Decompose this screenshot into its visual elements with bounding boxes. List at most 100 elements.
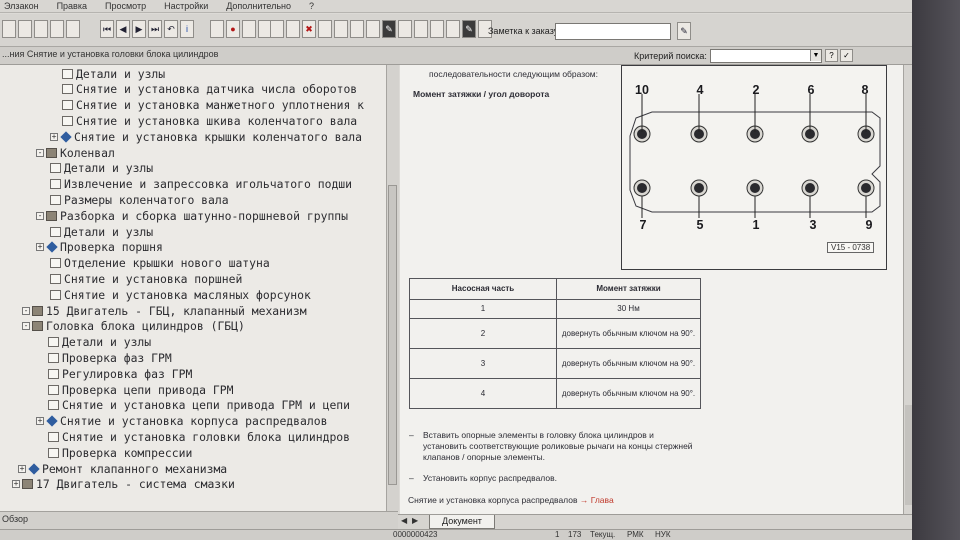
tool-button-17[interactable] <box>414 20 428 38</box>
tab-document[interactable]: Документ <box>429 515 495 529</box>
tree-item[interactable]: + Проверка поршня <box>36 240 163 255</box>
tree-item-label: Проверка цепи привода ГРМ <box>62 382 234 397</box>
tree-item[interactable]: + Снятие и установка крышки коленчатого в… <box>50 129 362 144</box>
collapse-icon[interactable]: - <box>36 148 44 157</box>
tree-item[interactable]: Детали и узлы <box>48 335 151 350</box>
table-cell: 30 Нм <box>556 299 701 319</box>
tree-item[interactable]: Снятие и установка шкива коленчатого вал… <box>62 113 357 128</box>
menu-item-view[interactable]: Просмотр <box>105 1 146 11</box>
tool-button-4[interactable] <box>50 20 64 38</box>
tree-item[interactable]: Детали и узлы <box>50 161 153 176</box>
menu-item-file[interactable]: Элзакон <box>4 1 39 11</box>
note-edit-button[interactable]: ✎ <box>677 22 691 40</box>
tree-item[interactable]: Размеры коленчатого вала <box>50 192 229 207</box>
tree-item[interactable]: - Разборка и сборка шатунно-поршневой гру… <box>36 208 348 223</box>
back-icon[interactable]: ↶ <box>164 20 178 38</box>
expand-icon[interactable]: + <box>36 417 44 426</box>
tool-button-12[interactable] <box>318 20 332 38</box>
page-icon <box>48 352 59 363</box>
bolt-number: 6 <box>807 83 815 97</box>
tree-item[interactable]: - Головка блока цилиндров (ГБЦ) <box>22 319 245 334</box>
prev-page-icon[interactable]: ◀ <box>116 20 130 38</box>
table-cell: 1 <box>409 299 557 319</box>
bolt-number: 3 <box>809 218 817 232</box>
document-scroll-thumb[interactable] <box>905 405 912 505</box>
collapse-icon[interactable]: - <box>22 322 30 331</box>
page-icon <box>62 100 73 111</box>
tree-item[interactable]: Снятие и установка датчика числа оборото… <box>62 82 357 97</box>
column-header: Момент затяжки <box>556 278 701 300</box>
tool-button-8[interactable] <box>242 20 256 38</box>
tool-button-16[interactable] <box>398 20 412 38</box>
tool-button-14[interactable] <box>350 20 364 38</box>
search-criteria-input[interactable] <box>710 49 822 63</box>
expand-icon[interactable]: + <box>18 464 26 473</box>
tree-item[interactable]: Извлечение и запрессовка игольчатого под… <box>50 177 352 192</box>
tree-item[interactable]: Снятие и установка цепи привода ГРМ и це… <box>48 398 350 413</box>
tree-item[interactable]: Детали и узлы <box>50 224 153 239</box>
tree-item[interactable]: - Коленвал <box>36 145 115 160</box>
tool-button-11[interactable] <box>286 20 300 38</box>
tool-button-1[interactable] <box>2 20 16 38</box>
tool-button-15[interactable] <box>366 20 380 38</box>
tree-item[interactable]: Снятие и установка масляных форсунок <box>50 287 311 302</box>
tool-button-6[interactable] <box>210 20 224 38</box>
menu-item-extra[interactable]: Дополнительно <box>226 1 291 11</box>
tool-button-7[interactable]: ● <box>226 20 240 38</box>
tool-button-13[interactable] <box>334 20 348 38</box>
edit-icon[interactable]: ✎ <box>462 20 476 38</box>
tree-item[interactable]: Регулировка фаз ГРМ <box>48 366 192 381</box>
menu-item-edit[interactable]: Правка <box>57 1 87 11</box>
tool-button-2[interactable] <box>18 20 32 38</box>
tree-item[interactable]: + Снятие и установка корпуса распредвалов <box>36 414 327 429</box>
tree-item-label: Проверка фаз ГРМ <box>62 350 172 365</box>
menu-item-help[interactable]: ? <box>309 1 314 11</box>
pen-icon[interactable]: ✎ <box>382 20 396 38</box>
menu-item-settings[interactable]: Настройки <box>164 1 208 11</box>
info-icon[interactable]: i <box>180 20 194 38</box>
tree-item[interactable]: + Ремонт клапанного механизма <box>18 461 227 476</box>
book-icon <box>46 210 57 221</box>
tree-item[interactable]: Снятие и установка головки блока цилиндр… <box>48 429 350 444</box>
tree-item[interactable]: +17 Двигатель - система смазки <box>12 477 235 492</box>
search-button[interactable]: ? <box>825 49 838 62</box>
last-page-icon[interactable]: ⏭ <box>148 20 162 38</box>
tree-item[interactable]: Детали и узлы <box>62 66 165 81</box>
tab-overview[interactable]: Обзор <box>2 514 28 524</box>
chapter-reference-text: Снятие и установка корпуса распредвалов <box>408 495 578 505</box>
chevron-down-icon[interactable]: ▼ <box>810 50 821 61</box>
document-scrollbar[interactable] <box>903 65 912 514</box>
tool-button-10[interactable] <box>270 20 284 38</box>
tree-item[interactable]: Проверка фаз ГРМ <box>48 350 172 365</box>
tool-button-3[interactable] <box>34 20 48 38</box>
tree-scrollbar[interactable] <box>386 65 399 511</box>
tool-button-5[interactable] <box>66 20 80 38</box>
tree-item[interactable]: Проверка компрессии <box>48 445 192 460</box>
tool-button-19[interactable] <box>446 20 460 38</box>
tab-scroll-right-icon[interactable]: ▶ <box>412 516 418 525</box>
tool-button-18[interactable] <box>430 20 444 38</box>
stop-icon[interactable]: ✖ <box>302 20 316 38</box>
expand-icon[interactable]: + <box>50 132 58 141</box>
first-page-icon[interactable]: ⏮ <box>100 20 114 38</box>
expand-icon[interactable]: + <box>36 243 44 252</box>
next-page-icon[interactable]: ▶ <box>132 20 146 38</box>
table-cell: 3 <box>409 348 557 379</box>
tab-scroll-left-icon[interactable]: ◀ <box>401 516 407 525</box>
collapse-icon[interactable]: - <box>22 306 30 315</box>
step-dash: – <box>409 430 414 440</box>
chapter-link[interactable]: → Глава <box>580 495 614 505</box>
tree-item[interactable]: Снятие и установка манжетного уплотнения… <box>62 98 364 113</box>
tree-scroll-thumb[interactable] <box>388 185 397 485</box>
tree-item[interactable]: Отделение крышки нового шатуна <box>50 256 270 271</box>
table-row: 4 довернуть обычным ключом на 90°. <box>409 378 701 409</box>
collapse-icon[interactable]: - <box>36 211 44 220</box>
tree-item[interactable]: Снятие и установка поршней <box>50 271 242 286</box>
page-icon <box>48 431 59 442</box>
note-input[interactable] <box>555 23 671 40</box>
tree-item[interactable]: Проверка цепи привода ГРМ <box>48 382 233 397</box>
expand-icon[interactable]: + <box>12 480 20 489</box>
status-mode: РМК <box>627 530 644 539</box>
tree-item[interactable]: - 15 Двигатель - ГБЦ, клапанный механизм <box>22 303 307 318</box>
search-next-button[interactable]: ✓ <box>840 49 853 62</box>
